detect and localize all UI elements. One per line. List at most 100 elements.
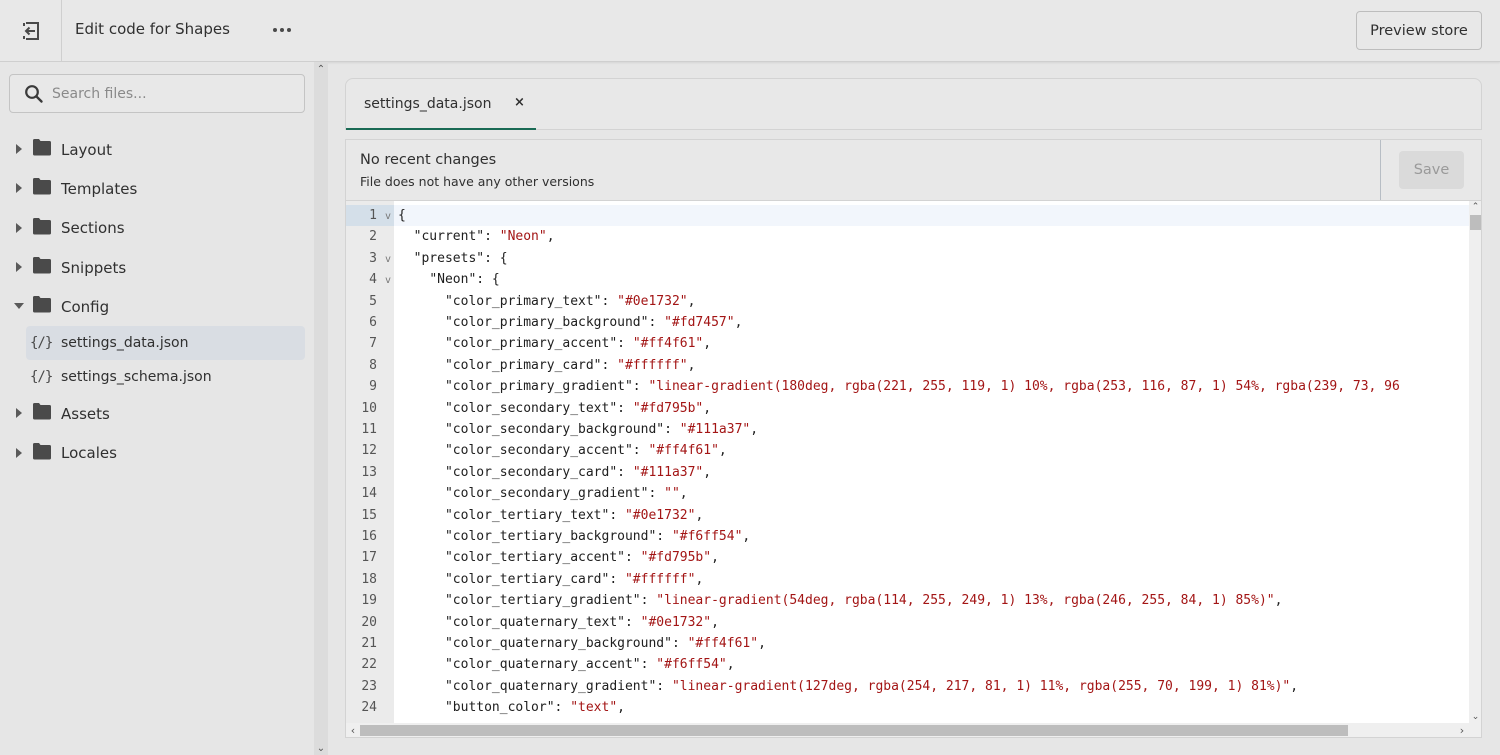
code-line-text: "color_quaternary_text": "#0e1732", <box>394 615 719 630</box>
scroll-up-icon[interactable]: ⌃ <box>314 62 328 76</box>
caret-right-icon[interactable] <box>16 222 22 233</box>
json-file-icon: {/} <box>30 335 53 352</box>
code-token: , <box>679 486 688 502</box>
scroll-up-icon[interactable]: ⌃ <box>1469 201 1481 213</box>
string-token: "linear-gradient(54deg, rgba(114, 255, 2… <box>656 593 1275 609</box>
line-number: 17 <box>346 547 394 568</box>
horizontal-scroll-thumb[interactable] <box>360 725 1348 736</box>
caret-right-icon[interactable] <box>16 183 22 194</box>
folder-label: Config <box>61 297 110 316</box>
code-line-text: "color_quaternary_accent": "#f6ff54", <box>394 657 735 672</box>
folder-layout[interactable]: Layout <box>0 130 314 169</box>
string-token: "#fd7457" <box>664 315 735 330</box>
code-token: "color_tertiary_accent": <box>444 550 641 566</box>
code-line: { <box>394 205 1469 227</box>
folder-sections[interactable]: Sections <box>0 209 314 248</box>
search-files-input[interactable] <box>52 75 297 112</box>
fold-chevron-icon[interactable]: v <box>385 270 391 291</box>
line-number: 8 <box>346 355 394 376</box>
code-token: "color_tertiary_background": <box>444 529 672 544</box>
folder-assets[interactable]: Assets <box>0 394 314 433</box>
code-line: "color_tertiary_card": "#ffffff", <box>394 569 1469 590</box>
string-token: "#fd795b" <box>632 400 704 416</box>
scroll-down-icon[interactable]: ⌄ <box>1469 711 1481 723</box>
line-number: 23 <box>346 676 394 697</box>
code-token: { <box>398 208 406 223</box>
code-line: "color_primary_text": "#0e1732", <box>394 291 1469 312</box>
fold-chevron-icon[interactable]: v <box>385 249 391 270</box>
preview-store-button[interactable]: Preview store <box>1356 11 1482 50</box>
more-actions-button[interactable] <box>268 18 296 42</box>
line-number: 13 <box>346 462 394 483</box>
code-line: "color_primary_background": "#fd7457", <box>394 312 1469 333</box>
code-line-text: "Neon": { <box>394 272 499 287</box>
caret-right-icon[interactable] <box>16 408 22 419</box>
ellipsis-dot <box>280 28 284 32</box>
tab-label: settings_data.json <box>364 96 492 112</box>
line-number: 20 <box>346 612 394 633</box>
fold-chevron-icon[interactable]: v <box>385 206 391 227</box>
code-token: "color_secondary_gradient": <box>444 486 665 502</box>
caret-right-icon[interactable] <box>16 447 22 458</box>
code-token: , <box>703 400 712 416</box>
code-content[interactable]: { "current": "Neon", "presets": { "Neon"… <box>394 201 1469 723</box>
scroll-down-icon[interactable]: ⌄ <box>314 741 328 755</box>
code-line: "color_quaternary_accent": "#f6ff54", <box>394 654 1469 675</box>
code-line: "presets": { <box>394 248 1469 269</box>
file-settings-schema-json[interactable]: {/} settings_schema.json <box>26 360 305 394</box>
folder-snippets[interactable]: Snippets <box>0 248 314 287</box>
code-line-text: "current": "Neon", <box>394 229 555 244</box>
close-tab-icon[interactable]: × <box>514 95 525 110</box>
line-number-text: 3 <box>369 250 377 266</box>
code-line-text: "color_tertiary_accent": "#fd795b", <box>394 550 719 565</box>
string-token: "#f6ff54" <box>656 657 727 673</box>
horizontal-scrollbar[interactable]: ‹ › <box>346 723 1469 737</box>
code-token: "color_quaternary_gradient": <box>444 678 672 694</box>
vertical-scrollbar[interactable]: ⌃ ⌄ <box>1469 201 1481 723</box>
code-line-text: "color_secondary_gradient": "", <box>394 486 688 501</box>
sidebar-scrollbar[interactable]: ⌃ ⌄ <box>314 62 328 755</box>
string-token: "#ffffff" <box>624 571 696 587</box>
code-token: "color_primary_text": <box>444 293 618 309</box>
code-token: "color_primary_background": <box>444 315 665 330</box>
line-number-text: 8 <box>369 357 377 373</box>
folder-config[interactable]: Config <box>0 287 314 326</box>
line-number-text: 17 <box>361 550 377 566</box>
tab-settings-data-json[interactable]: settings_data.json × <box>346 79 536 130</box>
scroll-right-icon[interactable]: › <box>1455 723 1469 737</box>
line-number: 6 <box>346 312 394 333</box>
string-token: "text" <box>570 700 618 716</box>
save-button[interactable]: Save <box>1399 151 1464 189</box>
search-icon <box>25 85 43 103</box>
line-number-gutter: 1 v 2 3 v 4 v 5 6 7 8 9 10 11 12 13 14 15 16 17 18 19 20 21 22 23… <box>346 201 394 737</box>
caret-right-icon[interactable] <box>16 144 22 154</box>
code-line-text: "color_secondary_card": "#111a37", <box>394 465 711 480</box>
code-area[interactable]: 1 v 2 3 v 4 v 5 6 7 8 9 10 11 12 13 14 15 16 17 18 19 20 21 22 23… <box>345 201 1482 738</box>
search-files[interactable] <box>9 74 305 113</box>
code-editor-panel: settings_data.json × No recent changes F… <box>345 78 1482 738</box>
vertical-scroll-thumb[interactable] <box>1470 215 1481 230</box>
code-line: "color_quaternary_text": "#0e1732", <box>394 612 1469 633</box>
code-token: "color_quaternary_text": <box>444 614 641 630</box>
scrollbar-corner <box>1469 723 1481 737</box>
code-token: , <box>1290 678 1299 694</box>
folder-locales[interactable]: Locales <box>0 434 314 473</box>
folder-label: Snippets <box>61 258 127 277</box>
status-title: No recent changes <box>360 152 497 168</box>
line-number: 24 <box>346 697 394 718</box>
json-file-icon: {/} <box>30 369 53 386</box>
folder-label: Layout <box>61 140 112 159</box>
folder-templates[interactable]: Templates <box>0 169 314 208</box>
line-number-text: 2 <box>369 229 377 245</box>
line-number-text: 14 <box>361 486 377 502</box>
file-settings-data-json[interactable]: {/} settings_data.json <box>26 326 305 361</box>
line-number-text: 1 <box>369 208 377 223</box>
code-line: "color_tertiary_background": "#f6ff54", <box>394 526 1469 547</box>
caret-down-icon[interactable] <box>14 303 24 310</box>
scroll-left-icon[interactable]: ‹ <box>346 723 360 737</box>
string-token: "#0e1732" <box>640 614 712 630</box>
code-token: "color_primary_gradient": <box>444 379 649 395</box>
caret-right-icon[interactable] <box>16 261 22 272</box>
code-line: "color_tertiary_text": "#0e1732", <box>394 505 1469 526</box>
exit-editor-button[interactable] <box>0 0 62 61</box>
